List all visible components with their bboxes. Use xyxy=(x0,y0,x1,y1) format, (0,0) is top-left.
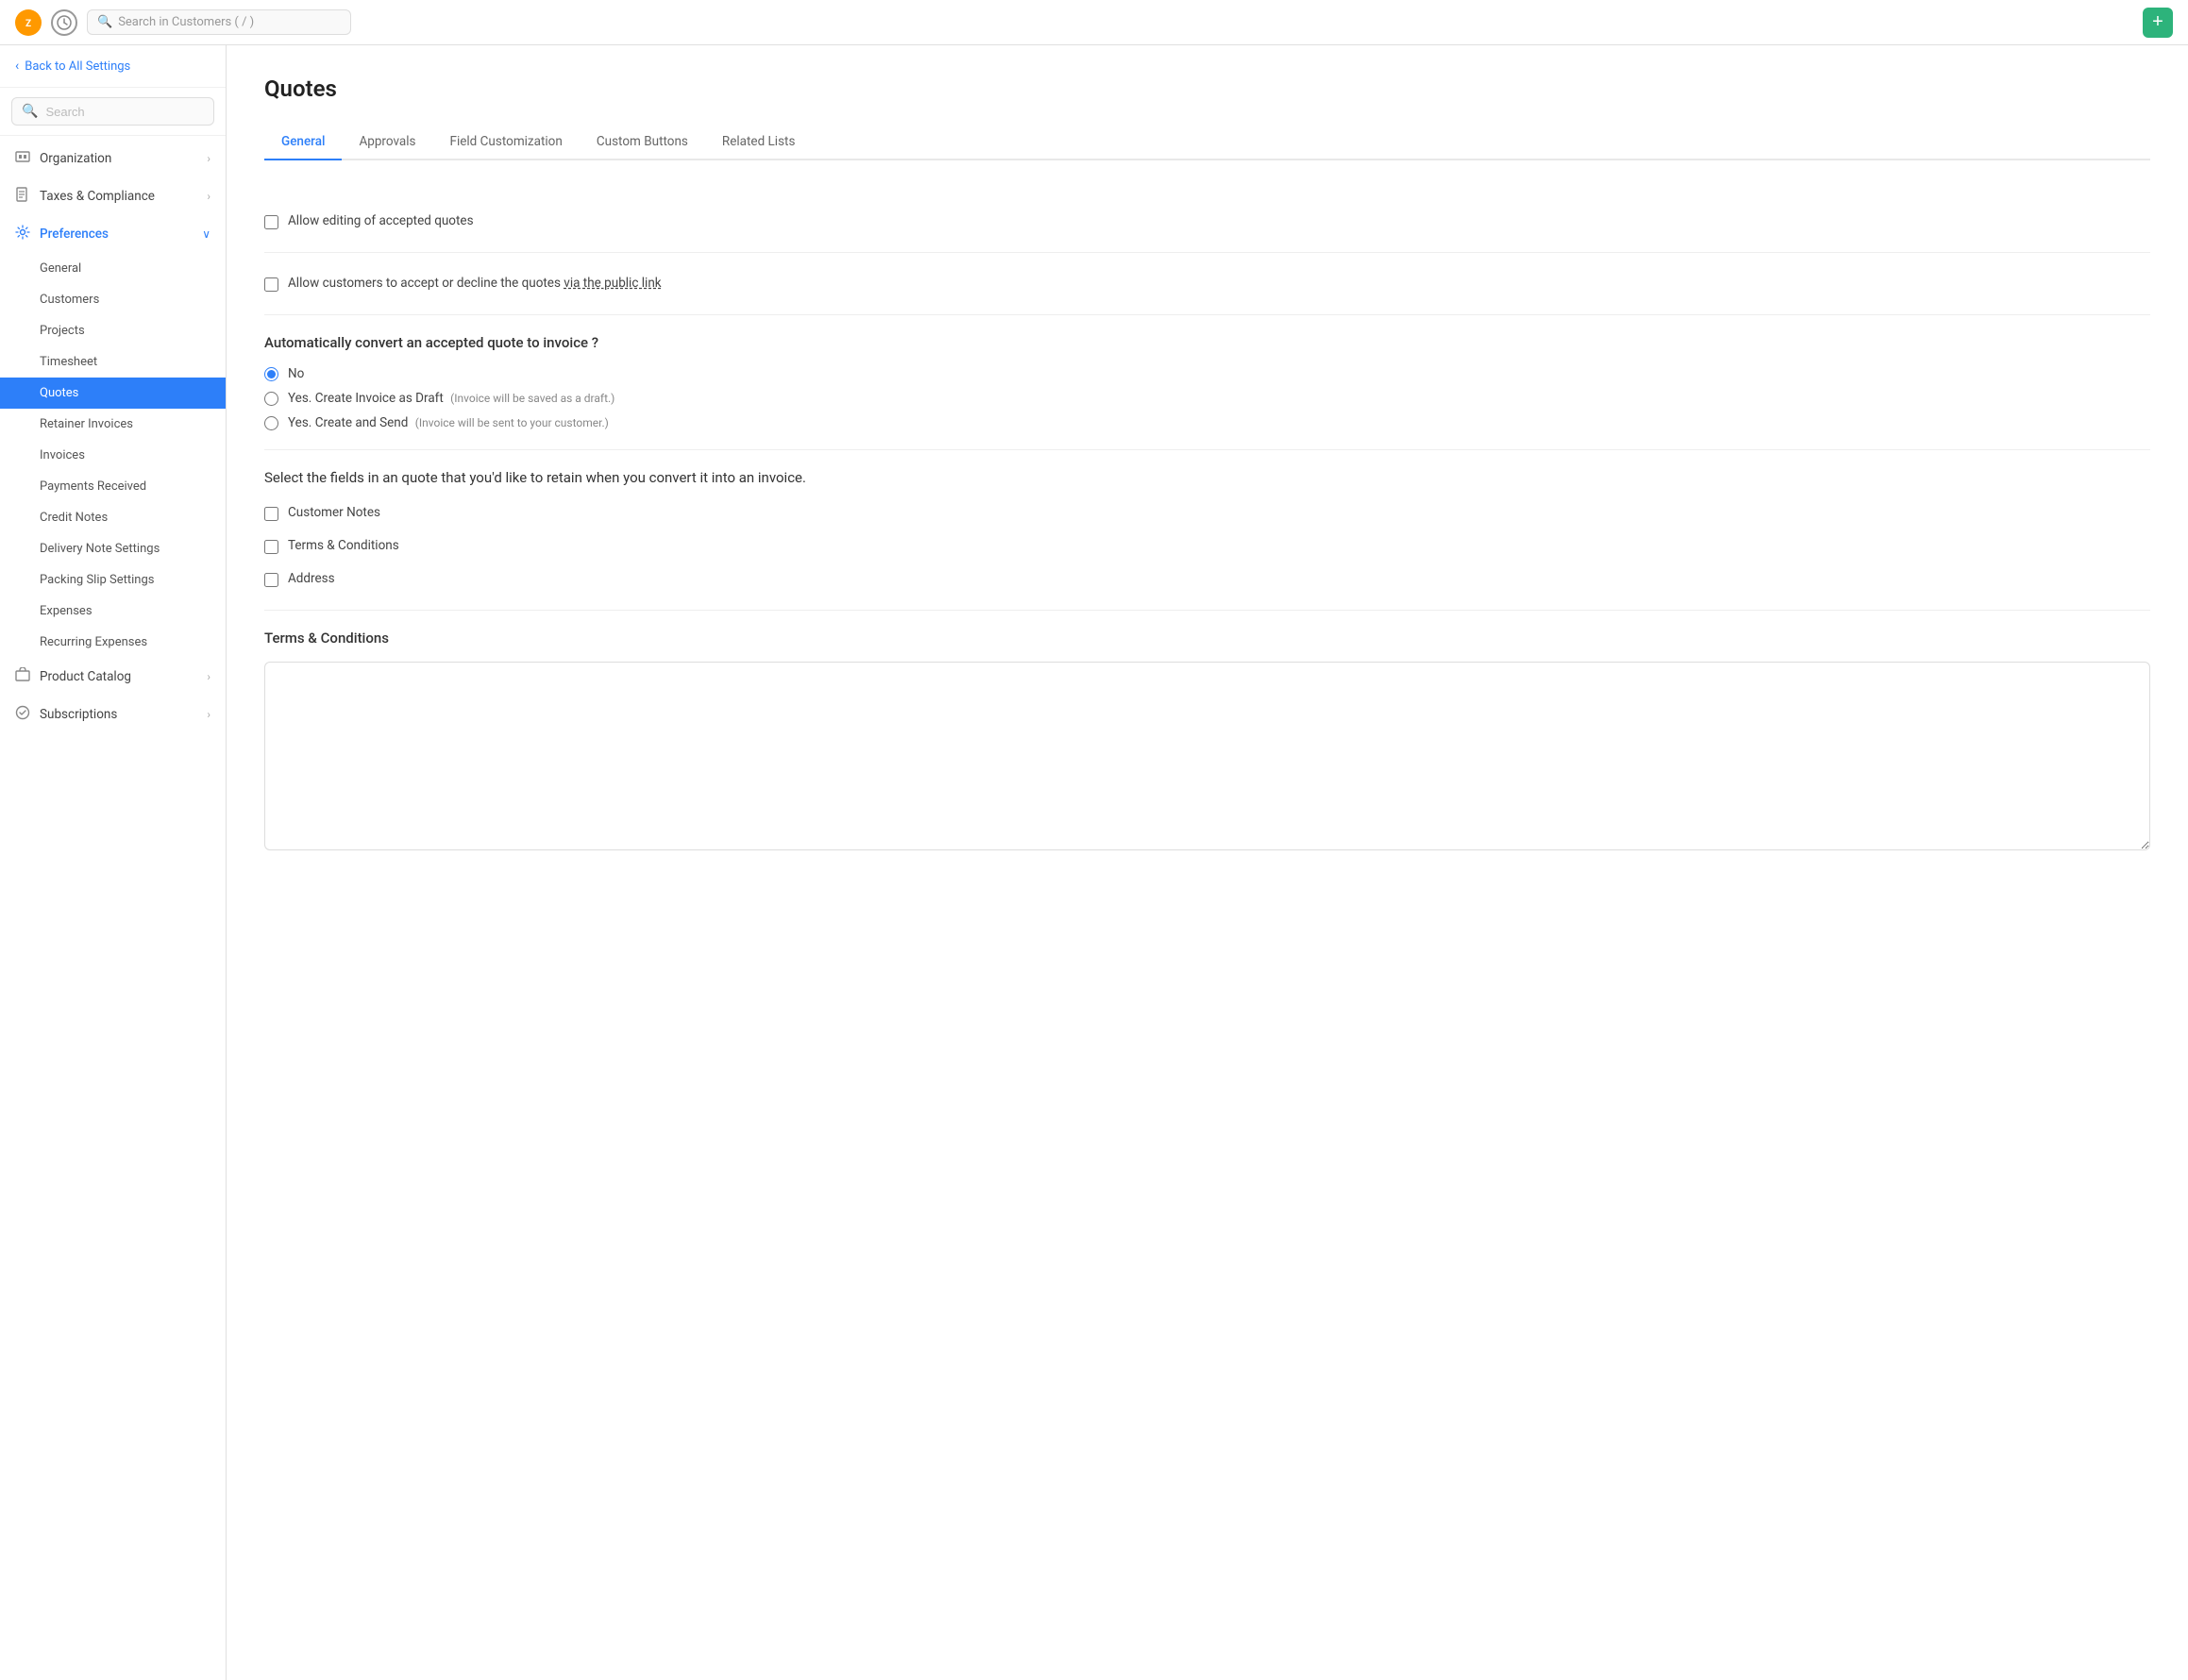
sidebar-search-icon: 🔍 xyxy=(22,104,38,119)
back-to-settings-link[interactable]: ‹ Back to All Settings xyxy=(0,45,226,88)
sidebar-search-wrap: 🔍 xyxy=(0,88,226,136)
sidebar-search[interactable]: 🔍 xyxy=(11,97,214,126)
retain-checkbox-list: Customer Notes Terms & Conditions Addres… xyxy=(264,501,2150,591)
sidebar-sub-invoices[interactable]: Invoices xyxy=(0,440,226,471)
sidebar-sub-recurring-expenses[interactable]: Recurring Expenses xyxy=(0,627,226,658)
address-checkbox[interactable] xyxy=(264,573,278,587)
allow-customers-row: Allow customers to accept or decline the… xyxy=(264,272,2150,295)
radio-yes-send-label[interactable]: Yes. Create and Send (Invoice will be se… xyxy=(288,415,609,430)
sidebar-sub-expenses[interactable]: Expenses xyxy=(0,596,226,627)
page-title: Quotes xyxy=(264,76,2150,102)
preferences-sub-menu: General Customers Projects Timesheet Quo… xyxy=(0,253,226,658)
add-button[interactable]: + xyxy=(2143,8,2173,38)
tab-approvals[interactable]: Approvals xyxy=(342,125,432,160)
sidebar-sub-customers[interactable]: Customers xyxy=(0,284,226,315)
taxes-label: Taxes & Compliance xyxy=(40,189,197,204)
subscriptions-arrow: › xyxy=(207,708,210,721)
address-label[interactable]: Address xyxy=(288,571,335,586)
sidebar-sub-quotes[interactable]: Quotes xyxy=(0,378,226,409)
tab-general[interactable]: General xyxy=(264,125,342,160)
sidebar-item-product-catalog[interactable]: Product Catalog › xyxy=(0,658,226,696)
radio-yes-send-note: (Invoice will be sent to your customer.) xyxy=(415,416,609,429)
allow-customers-section: Allow customers to accept or decline the… xyxy=(264,253,2150,315)
subscriptions-icon xyxy=(15,705,30,724)
product-catalog-icon xyxy=(15,667,30,686)
tab-field-customization[interactable]: Field Customization xyxy=(432,125,579,160)
retain-fields-section: Select the fields in an quote that you'd… xyxy=(264,450,2150,611)
main-layout: ‹ Back to All Settings 🔍 Organization › xyxy=(0,45,2188,1680)
search-icon: 🔍 xyxy=(97,15,112,29)
back-label: Back to All Settings xyxy=(25,59,130,74)
tabs-bar: General Approvals Field Customization Cu… xyxy=(264,125,2150,160)
organization-label: Organization xyxy=(40,151,197,166)
sidebar-sub-projects[interactable]: Projects xyxy=(0,315,226,346)
taxes-arrow: › xyxy=(207,190,210,203)
address-row: Address xyxy=(264,567,2150,591)
taxes-icon xyxy=(15,187,30,206)
tab-custom-buttons[interactable]: Custom Buttons xyxy=(580,125,705,160)
allow-customers-checkbox[interactable] xyxy=(264,277,278,292)
tab-related-lists[interactable]: Related Lists xyxy=(705,125,813,160)
clock-icon[interactable] xyxy=(51,9,77,36)
terms-conditions-checkbox[interactable] xyxy=(264,540,278,554)
sidebar-nav: Organization › Taxes & Compliance › Pref… xyxy=(0,136,226,737)
subscriptions-label: Subscriptions xyxy=(40,707,197,722)
global-search-bar[interactable]: 🔍 Search in Customers ( / ) xyxy=(87,9,351,35)
radio-no-row: No xyxy=(264,366,2150,381)
radio-yes-send[interactable] xyxy=(264,416,278,430)
auto-convert-section: Automatically convert an accepted quote … xyxy=(264,315,2150,450)
svg-text:Z: Z xyxy=(25,19,31,29)
organization-arrow: › xyxy=(207,152,210,165)
preferences-label: Preferences xyxy=(40,227,193,242)
sidebar-sub-general[interactable]: General xyxy=(0,253,226,284)
sidebar-search-input[interactable] xyxy=(45,105,204,119)
retain-title: Select the fields in an quote that you'd… xyxy=(264,469,2150,486)
product-catalog-label: Product Catalog xyxy=(40,669,197,684)
search-placeholder-text: Search in Customers ( / ) xyxy=(118,15,254,29)
allow-editing-section: Allow editing of accepted quotes xyxy=(264,191,2150,253)
app-logo[interactable]: Z xyxy=(15,9,42,36)
sidebar-sub-timesheet[interactable]: Timesheet xyxy=(0,346,226,378)
sidebar-sub-retainer-invoices[interactable]: Retainer Invoices xyxy=(0,409,226,440)
terms-title: Terms & Conditions xyxy=(264,630,2150,647)
allow-customers-label[interactable]: Allow customers to accept or decline the… xyxy=(288,276,662,291)
topbar: Z 🔍 Search in Customers ( / ) + xyxy=(0,0,2188,45)
auto-convert-title: Automatically convert an accepted quote … xyxy=(264,334,2150,351)
sidebar-sub-payments-received[interactable]: Payments Received xyxy=(0,471,226,502)
sidebar-item-organization[interactable]: Organization › xyxy=(0,140,226,177)
public-link-text: via the public link xyxy=(564,276,661,291)
sidebar-item-taxes[interactable]: Taxes & Compliance › xyxy=(0,177,226,215)
product-catalog-arrow: › xyxy=(207,670,210,683)
terms-textarea[interactable] xyxy=(264,662,2150,850)
terms-conditions-row: Terms & Conditions xyxy=(264,534,2150,558)
terms-section: Terms & Conditions xyxy=(264,611,2150,873)
allow-editing-row: Allow editing of accepted quotes xyxy=(264,210,2150,233)
customer-notes-checkbox[interactable] xyxy=(264,507,278,521)
allow-editing-label[interactable]: Allow editing of accepted quotes xyxy=(288,213,474,228)
customer-notes-row: Customer Notes xyxy=(264,501,2150,525)
radio-yes-draft-note: (Invoice will be saved as a draft.) xyxy=(450,392,614,405)
sidebar-sub-delivery-note[interactable]: Delivery Note Settings xyxy=(0,533,226,564)
main-content: Quotes General Approvals Field Customiza… xyxy=(227,45,2188,1680)
sidebar-item-preferences[interactable]: Preferences ∨ xyxy=(0,215,226,253)
radio-no-label[interactable]: No xyxy=(288,366,304,381)
terms-conditions-label[interactable]: Terms & Conditions xyxy=(288,538,399,553)
allow-editing-checkbox[interactable] xyxy=(264,215,278,229)
sidebar-sub-credit-notes[interactable]: Credit Notes xyxy=(0,502,226,533)
radio-yes-draft-label[interactable]: Yes. Create Invoice as Draft (Invoice wi… xyxy=(288,391,614,406)
auto-convert-radio-group: No Yes. Create Invoice as Draft (Invoice… xyxy=(264,366,2150,430)
radio-no[interactable] xyxy=(264,367,278,381)
customer-notes-label[interactable]: Customer Notes xyxy=(288,505,380,520)
back-arrow-icon: ‹ xyxy=(15,59,19,74)
sidebar-item-subscriptions[interactable]: Subscriptions › xyxy=(0,696,226,733)
preferences-arrow: ∨ xyxy=(202,227,210,241)
radio-yes-draft-row: Yes. Create Invoice as Draft (Invoice wi… xyxy=(264,391,2150,406)
preferences-icon xyxy=(15,225,30,244)
sidebar-sub-packing-slip[interactable]: Packing Slip Settings xyxy=(0,564,226,596)
radio-yes-draft[interactable] xyxy=(264,392,278,406)
sidebar: ‹ Back to All Settings 🔍 Organization › xyxy=(0,45,227,1680)
organization-icon xyxy=(15,149,30,168)
radio-yes-send-row: Yes. Create and Send (Invoice will be se… xyxy=(264,415,2150,430)
